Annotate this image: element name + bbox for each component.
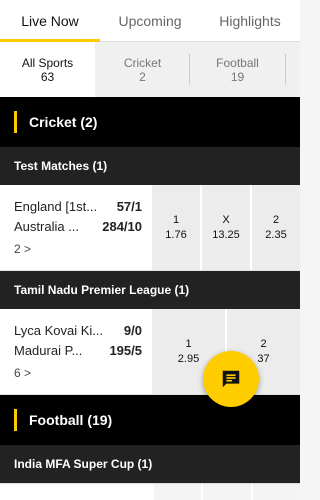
match-teams[interactable]: England [1st... 57/1 Australia ... 284/1…: [0, 185, 152, 270]
match-teams: [0, 484, 152, 500]
odd-value: 37: [257, 352, 270, 365]
more-markets-link[interactable]: 6 >: [14, 363, 152, 383]
chat-icon: [222, 370, 240, 388]
odd-button-draw[interactable]: X 13.25: [202, 185, 250, 270]
odds-group: 1 1.76 X 13.25 2 2.35: [152, 185, 300, 270]
match-row[interactable]: [0, 483, 300, 500]
accent-bar: [14, 111, 17, 133]
team-name: Lyca Kovai Ki...: [14, 323, 104, 338]
tab-upcoming[interactable]: Upcoming: [100, 0, 200, 41]
odd-value: 2.35: [265, 228, 287, 241]
team-score: 284/10: [102, 219, 142, 234]
team-name: England [1st...: [14, 199, 98, 214]
filter-label: All Sports: [21, 55, 74, 70]
odd-label: 1: [172, 213, 180, 226]
odd-value: 13.25: [212, 228, 240, 241]
tab-highlights[interactable]: Highlights: [200, 0, 300, 41]
filter-football[interactable]: Football 19: [190, 42, 285, 97]
match-row[interactable]: England [1st... 57/1 Australia ... 284/1…: [0, 185, 300, 271]
accent-bar: [14, 409, 17, 431]
sport-filter-bar: All Sports 63 Cricket 2 Football 19: [0, 42, 300, 97]
chat-button[interactable]: [203, 351, 259, 407]
filter-count: 63: [40, 69, 55, 84]
league-title: Test Matches (1): [14, 159, 108, 173]
odd-button[interactable]: [203, 484, 251, 500]
filter-all-sports[interactable]: All Sports 63: [0, 42, 95, 97]
top-tabs: Live Now Upcoming Highlights: [0, 0, 300, 42]
team-row: England [1st... 57/1: [14, 197, 152, 217]
odd-value: 1.76: [165, 228, 187, 241]
filter-count: 2: [139, 69, 146, 84]
section-title: Football (19): [29, 412, 113, 428]
odd-button[interactable]: [154, 484, 202, 500]
odd-value: 2.95: [177, 352, 200, 365]
league-header-tamil-nadu[interactable]: Tamil Nadu Premier League (1): [0, 271, 300, 309]
team-score: 9/0: [123, 323, 142, 338]
league-header-india-mfa[interactable]: India MFA Super Cup (1): [0, 445, 300, 483]
team-row: Madurai P... 195/5: [14, 341, 152, 361]
odd-button[interactable]: [252, 484, 300, 500]
section-header-cricket[interactable]: Cricket (2): [0, 97, 300, 147]
team-name: Australia ...: [14, 219, 80, 234]
team-row: Australia ... 284/10: [14, 217, 152, 237]
odd-button-home[interactable]: 1 1.76: [152, 185, 200, 270]
filter-cricket[interactable]: Cricket 2: [95, 42, 190, 97]
league-header-test-matches[interactable]: Test Matches (1): [0, 147, 300, 185]
filter-count: 19: [230, 69, 245, 84]
filter-label: Football: [216, 55, 259, 70]
team-score: 195/5: [109, 343, 142, 358]
team-name: Madurai P...: [14, 343, 83, 358]
filter-more[interactable]: [285, 42, 300, 97]
match-teams[interactable]: Lyca Kovai Ki... 9/0 Madurai P... 195/5 …: [0, 309, 152, 394]
league-title: Tamil Nadu Premier League (1): [14, 283, 190, 297]
odd-label: 1: [185, 337, 192, 350]
odd-label: X: [222, 213, 230, 226]
league-title: India MFA Super Cup (1): [14, 457, 153, 471]
odd-button-away[interactable]: 2 2.35: [252, 185, 300, 270]
team-score: 57/1: [116, 199, 142, 214]
filter-label: Cricket: [123, 55, 162, 70]
more-markets-link[interactable]: 2 >: [14, 239, 152, 259]
section-header-football[interactable]: Football (19): [0, 395, 300, 445]
team-row: Lyca Kovai Ki... 9/0: [14, 321, 152, 341]
section-title: Cricket (2): [29, 114, 98, 130]
odd-label: 2: [272, 213, 280, 226]
tab-live-now[interactable]: Live Now: [0, 0, 100, 42]
odd-label: 2: [260, 337, 267, 350]
